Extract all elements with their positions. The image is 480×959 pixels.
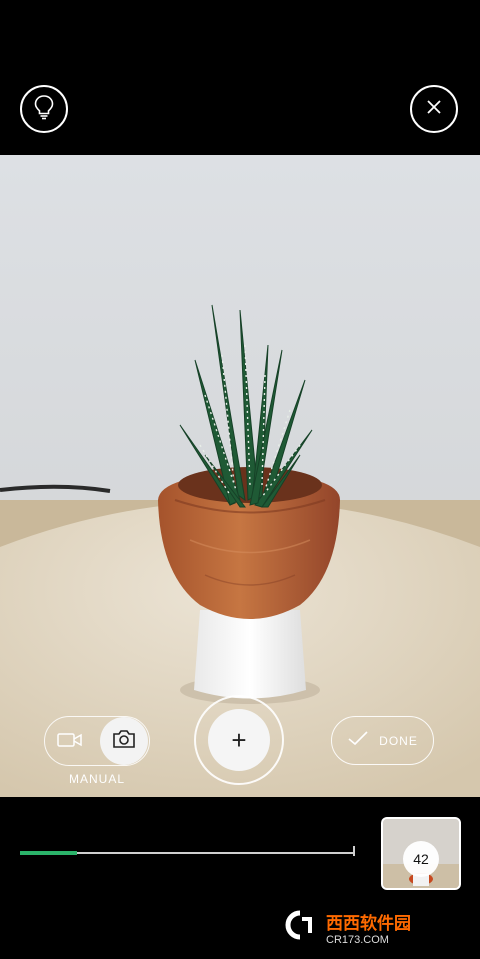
- capture-button[interactable]: +: [208, 709, 270, 771]
- checkmark-icon: [347, 730, 369, 751]
- capture-ring: +: [194, 695, 284, 785]
- watermark-text-block: 西西软件园 CR173.COM: [326, 909, 411, 946]
- close-icon: [426, 99, 442, 120]
- capture-progress-fill: [20, 851, 77, 855]
- done-button[interactable]: DONE: [331, 716, 434, 765]
- close-button[interactable]: [410, 85, 458, 133]
- video-camera-icon: [57, 732, 83, 753]
- capture-progress-bar: [20, 851, 355, 855]
- camera-icon: [112, 729, 136, 754]
- video-mode-button[interactable]: [55, 729, 85, 755]
- plus-icon: +: [231, 725, 247, 755]
- mode-label: MANUAL: [68, 772, 125, 786]
- watermark-text: 西西软件园: [326, 913, 411, 933]
- watermark-logo-icon: [280, 909, 320, 946]
- capture-count-badge: 42: [403, 841, 439, 877]
- lightbulb-icon: [33, 94, 55, 125]
- progress-end-marker: [353, 846, 355, 856]
- hint-button[interactable]: [20, 85, 68, 133]
- top-bar: [0, 0, 480, 155]
- watermark: 西西软件园 CR173.COM: [280, 907, 460, 947]
- captured-thumbnail[interactable]: 42: [381, 817, 461, 890]
- done-label: DONE: [379, 733, 418, 748]
- watermark-subtext: CR173.COM: [326, 933, 389, 946]
- capture-mode-toggle[interactable]: [44, 716, 150, 766]
- photo-mode-button[interactable]: [100, 717, 148, 765]
